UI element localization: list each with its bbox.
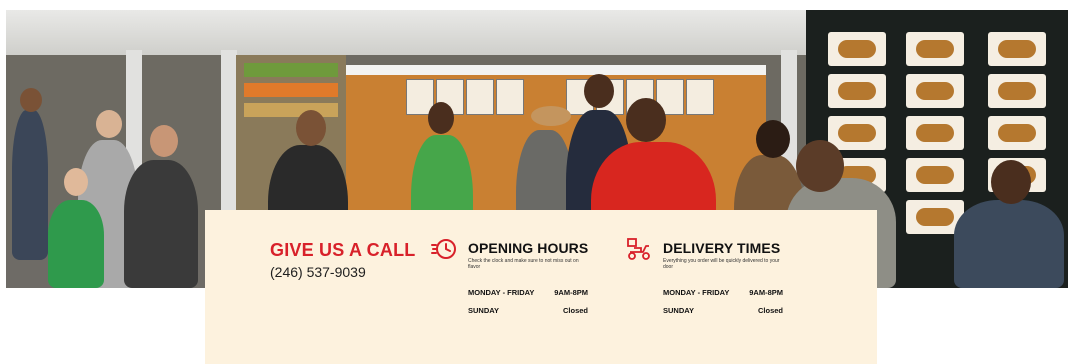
person <box>12 110 48 260</box>
delivery-times-title: DELIVERY TIMES <box>663 240 781 256</box>
clock-icon <box>431 236 457 262</box>
person <box>124 160 198 288</box>
info-card: GIVE US A CALL (246) 537-9039 OPENING HO… <box>205 210 877 364</box>
person <box>954 200 1064 288</box>
delivery-times-subtitle: Everything you order will be quickly del… <box>663 258 780 270</box>
opening-hours-subtitle: Check the clock and make sure to not mis… <box>468 258 579 270</box>
hours-time: Closed <box>562 306 588 315</box>
delivery-scooter-icon <box>626 236 652 262</box>
delivery-row: MONDAY - FRIDAY 9AM-8PM <box>663 288 783 298</box>
call-title: GIVE US A CALL <box>270 240 416 260</box>
phone-number[interactable]: (246) 537-9039 <box>270 264 366 280</box>
delivery-day: SUNDAY <box>663 306 694 315</box>
delivery-time: Closed <box>757 306 783 315</box>
hours-time: 9AM-8PM <box>554 288 588 297</box>
delivery-time: 9AM-8PM <box>749 288 783 297</box>
person <box>48 200 104 288</box>
opening-hours-title: OPENING HOURS <box>468 240 589 256</box>
hours-day: MONDAY - FRIDAY <box>468 288 535 297</box>
hours-day: SUNDAY <box>468 306 499 315</box>
hours-row: MONDAY - FRIDAY 9AM-8PM <box>468 288 588 298</box>
delivery-day: MONDAY - FRIDAY <box>663 288 730 297</box>
delivery-row: SUNDAY Closed <box>663 306 783 316</box>
hours-row: SUNDAY Closed <box>468 306 588 316</box>
